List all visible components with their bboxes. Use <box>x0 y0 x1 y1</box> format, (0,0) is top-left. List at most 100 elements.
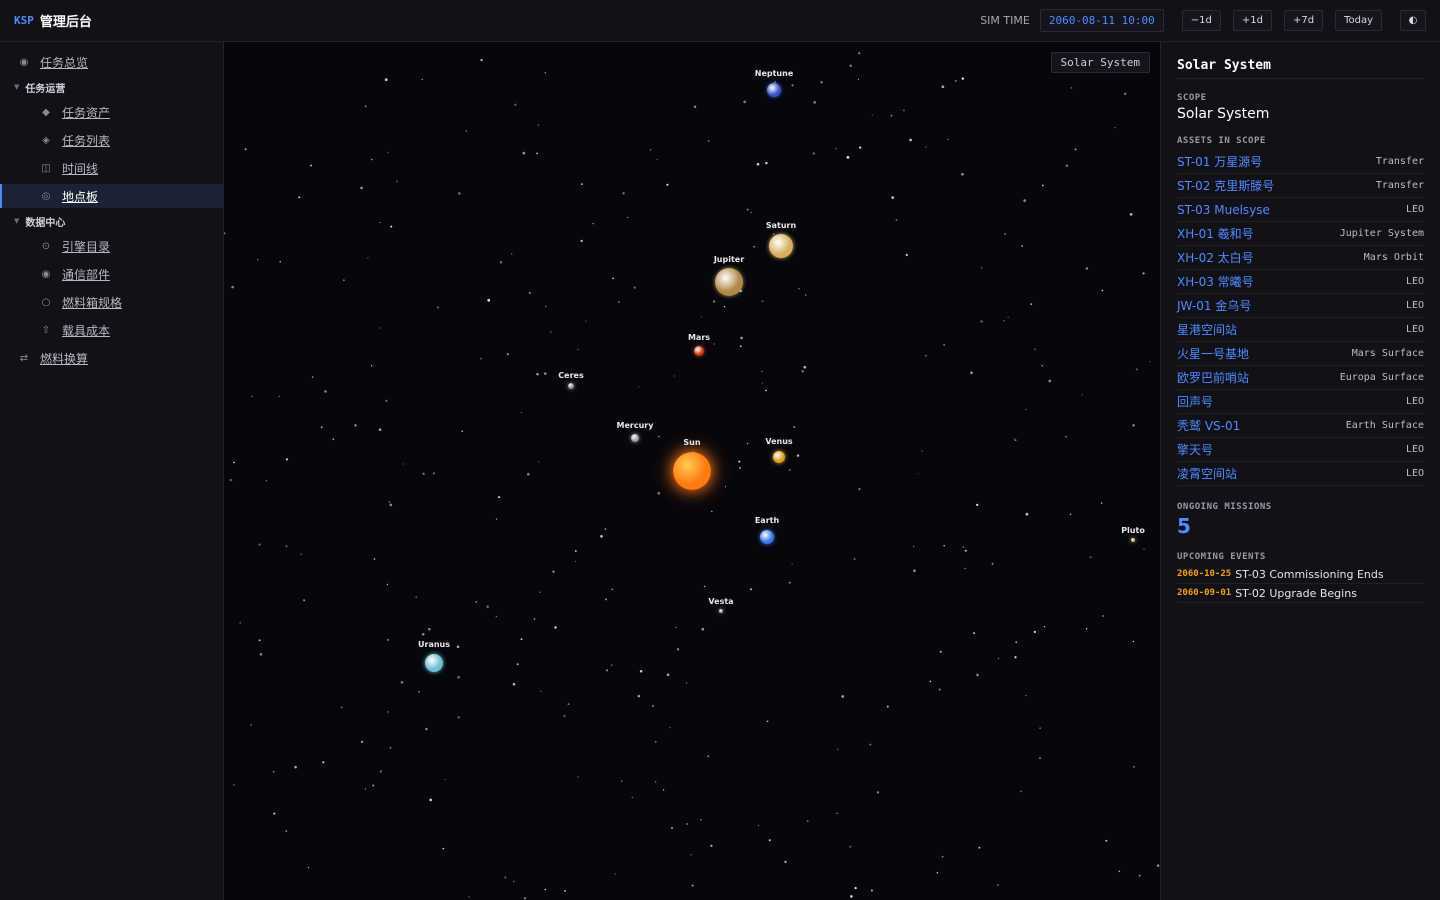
asset-name[interactable]: 欧罗巴前哨站 <box>1177 369 1249 386</box>
asset-row[interactable]: 火星一号基地 Mars Surface <box>1177 342 1424 366</box>
sidebar-item-overview[interactable]: ◉ 任务总览 <box>0 50 223 74</box>
solar-system-map[interactable]: Solar System Sun Mercury Venus Earth Mars Jup… <box>224 42 1160 900</box>
asset-location: LEO <box>1405 396 1424 407</box>
planet-label: Earth <box>754 516 780 525</box>
theme-toggle-icon[interactable]: ◐ <box>1400 10 1426 31</box>
star <box>415 596 417 598</box>
asset-name[interactable]: ST-01 万星源号 <box>1177 153 1262 170</box>
asset-name[interactable]: 擎天号 <box>1177 441 1213 458</box>
brand[interactable]: KSP 管理后台 <box>14 11 92 30</box>
star <box>259 653 263 656</box>
planet-venus[interactable] <box>773 451 785 463</box>
sidebar-item-engines[interactable]: ⊙ 引擎目录 <box>0 234 223 258</box>
asset-row[interactable]: XH-02 太白号 Mars Orbit <box>1177 246 1424 270</box>
star <box>929 680 932 683</box>
planet-mercury[interactable] <box>631 434 639 442</box>
asset-row[interactable]: 擎天号 LEO <box>1177 438 1424 462</box>
star <box>495 615 498 618</box>
asset-location: LEO <box>1405 204 1424 215</box>
sidebar-item-fuel[interactable]: ⇄ 燃料换算 <box>0 346 223 370</box>
asset-name[interactable]: 回声号 <box>1177 393 1213 410</box>
star <box>858 52 861 55</box>
planet-neptune[interactable] <box>767 83 781 97</box>
star <box>936 871 939 874</box>
star <box>461 430 464 433</box>
asset-row[interactable]: XH-01 羲和号 Jupiter System <box>1177 222 1424 246</box>
star <box>422 472 425 475</box>
star <box>964 567 966 570</box>
star <box>229 478 233 482</box>
star <box>273 812 276 815</box>
asset-row[interactable]: ST-02 克里斯滕号 Transfer <box>1177 174 1424 198</box>
planet-sun[interactable] <box>673 452 711 490</box>
asset-row[interactable]: 秃鹫 VS-01 Earth Surface <box>1177 414 1424 438</box>
planet-mars[interactable] <box>694 346 704 356</box>
asset-name[interactable]: ST-03 Muelsyse <box>1177 203 1270 217</box>
asset-location: LEO <box>1405 300 1424 311</box>
today-button[interactable]: Today <box>1335 10 1382 31</box>
locations-icon: ◎ <box>41 190 51 202</box>
star <box>475 601 478 603</box>
asset-name[interactable]: 火星一号基地 <box>1177 345 1249 362</box>
minus-1d-button[interactable]: −1d <box>1181 10 1221 31</box>
asset-row[interactable]: ST-03 Muelsyse LEO <box>1177 198 1424 222</box>
planet-earth[interactable] <box>760 530 774 544</box>
planet-ceres[interactable] <box>568 383 574 389</box>
star <box>723 305 726 308</box>
sidebar-item-missions[interactable]: ◈ 任务列表 <box>0 128 223 152</box>
asset-name[interactable]: 凌霄空间站 <box>1177 465 1237 482</box>
asset-row[interactable]: 回声号 LEO <box>1177 390 1424 414</box>
asset-name[interactable]: JW-01 金乌号 <box>1177 297 1251 314</box>
planet-saturn[interactable] <box>769 234 793 258</box>
star <box>724 486 727 488</box>
star <box>520 638 523 641</box>
asset-name[interactable]: XH-01 羲和号 <box>1177 225 1254 242</box>
asset-row[interactable]: ST-01 万星源号 Transfer <box>1177 150 1424 174</box>
star <box>980 320 983 323</box>
event-row[interactable]: 2060-10-25 ST-03 Commissioning Ends <box>1177 565 1424 584</box>
asset-row[interactable]: XH-03 常曦号 LEO <box>1177 270 1424 294</box>
star <box>378 428 382 431</box>
star <box>340 706 343 709</box>
sidebar-group-ops[interactable]: ▼ 任务运营 <box>0 78 223 96</box>
star <box>806 820 809 823</box>
star <box>611 664 613 666</box>
star <box>320 426 323 429</box>
sidebar-item-comms[interactable]: ◉ 通信部件 <box>0 262 223 286</box>
star <box>621 780 623 782</box>
sidebar-item-tanks[interactable]: ○ 燃料箱规格 <box>0 290 223 314</box>
star <box>691 884 694 887</box>
asset-row[interactable]: 星港空间站 LEO <box>1177 318 1424 342</box>
planet-uranus[interactable] <box>425 654 443 672</box>
asset-name[interactable]: XH-02 太白号 <box>1177 249 1254 266</box>
plus-7d-button[interactable]: +7d <box>1283 10 1324 31</box>
sidebar-item-locations[interactable]: ◎ 地点板 <box>0 184 223 208</box>
asset-location: LEO <box>1405 276 1424 287</box>
sidebar-item-cost[interactable]: ⇧ 载具成本 <box>0 318 223 342</box>
sidebar-group-label: 数据中心 <box>25 217 66 229</box>
star <box>528 291 531 294</box>
star <box>913 545 915 547</box>
planet-jupiter[interactable] <box>715 268 743 296</box>
sidebar-item-assets[interactable]: ◆ 任务资产 <box>0 100 223 124</box>
planet-pluto[interactable] <box>1131 538 1135 542</box>
asset-row[interactable]: 凌霄空间站 LEO <box>1177 462 1424 486</box>
asset-name[interactable]: 星港空间站 <box>1177 321 1237 338</box>
star <box>701 627 705 631</box>
star <box>905 253 909 257</box>
star <box>244 148 247 151</box>
asset-name[interactable]: 秃鹫 VS-01 <box>1177 417 1240 434</box>
sidebar-group-data[interactable]: ▼ 数据中心 <box>0 212 223 230</box>
planet-vesta[interactable] <box>719 609 723 613</box>
plus-1d-button[interactable]: +1d <box>1232 10 1272 31</box>
asset-name[interactable]: XH-03 常曦号 <box>1177 273 1254 290</box>
event-row[interactable]: 2060-09-01 ST-02 Upgrade Begins <box>1177 584 1424 603</box>
star <box>310 164 312 167</box>
asset-row[interactable]: JW-01 金乌号 LEO <box>1177 294 1424 318</box>
asset-row[interactable]: 欧罗巴前哨站 Europa Surface <box>1177 366 1424 390</box>
star <box>738 466 741 469</box>
asset-name[interactable]: ST-02 克里斯滕号 <box>1177 177 1274 194</box>
sidebar-item-timeline[interactable]: ◫ 时间线 <box>0 156 223 180</box>
asset-location: LEO <box>1405 444 1424 455</box>
star <box>580 239 583 243</box>
